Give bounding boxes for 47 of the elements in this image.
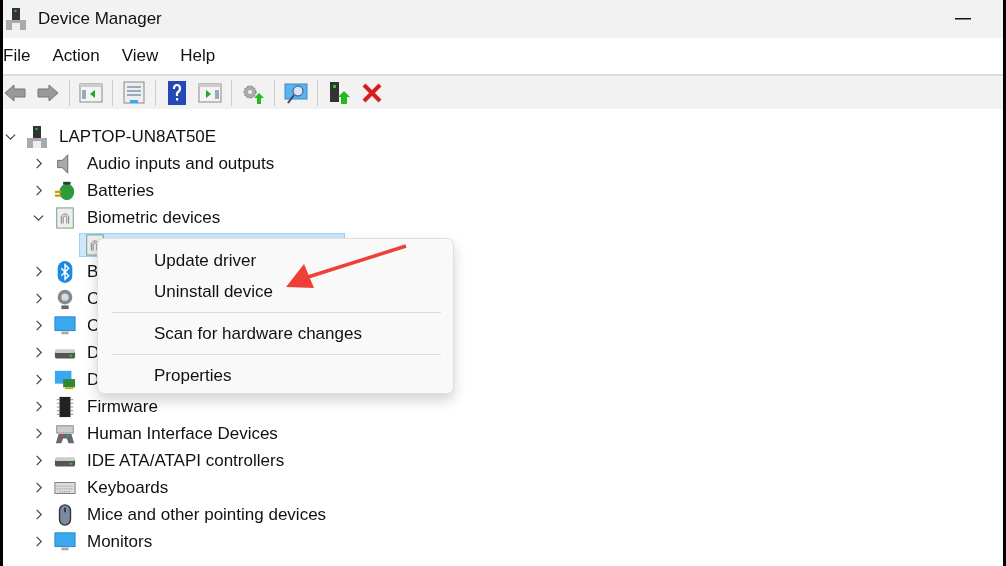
tree-item[interactable]: Audio inputs and outputs [84, 151, 278, 176]
enable-device-icon[interactable] [327, 80, 351, 105]
menu-item[interactable]: Help [180, 46, 216, 66]
menu-item[interactable]: View [121, 46, 159, 66]
chevron-icon[interactable] [33, 455, 44, 466]
tree-item[interactable]: Keyboards [84, 475, 172, 500]
chevron-icon[interactable] [33, 266, 44, 277]
tree-item[interactable]: Batteries [84, 178, 158, 203]
tree-item[interactable]: Human Interface Devices [84, 421, 281, 446]
menu-item[interactable]: Properties [98, 360, 453, 391]
chevron-icon[interactable] [33, 347, 44, 358]
chevron-icon[interactable] [33, 185, 44, 196]
tree-item[interactable]: Firmware [84, 394, 161, 419]
menu-item[interactable]: Scan for hardware changes [98, 318, 453, 349]
tree-item[interactable]: Monitors [84, 529, 156, 554]
chevron-icon[interactable] [33, 320, 44, 331]
fingerprint-icon [54, 206, 76, 229]
chevron-icon[interactable] [33, 158, 44, 169]
tree-item[interactable]: LAPTOP-UN8AT50E [56, 124, 220, 149]
tree-item[interactable]: IDE ATA/ATAPI controllers [84, 448, 288, 473]
chevron-icon[interactable] [33, 293, 44, 304]
menu-item[interactable]: Action [52, 46, 100, 66]
battery-icon [54, 179, 76, 202]
chevron-icon[interactable] [33, 374, 44, 385]
chevron-icon[interactable] [33, 482, 44, 493]
computer-icon [26, 125, 48, 148]
chevron-icon[interactable] [33, 428, 44, 439]
scan-monitor-icon[interactable] [284, 80, 308, 105]
help-icon[interactable] [165, 80, 189, 105]
display-adapter-icon [54, 368, 76, 391]
chevron-icon[interactable] [33, 509, 44, 520]
monitor-icon [54, 530, 76, 553]
chevron-icon[interactable] [33, 401, 44, 412]
chevron-icon[interactable] [33, 536, 44, 547]
tree-item[interactable]: Biometric devices [84, 205, 224, 230]
window-title: Device Manager [38, 9, 162, 29]
console-tree-icon[interactable] [79, 80, 103, 105]
chip-icon [54, 395, 76, 418]
tree-item[interactable]: Mice and other pointing devices [84, 502, 330, 527]
minimize-icon[interactable] [955, 18, 971, 20]
chevron-icon[interactable] [5, 131, 16, 142]
menu-item[interactable]: File [3, 46, 31, 66]
monitor-icon [54, 314, 76, 337]
keyboard-gamepad-icon [54, 422, 76, 445]
action-pane-icon[interactable] [198, 80, 222, 105]
chevron-icon[interactable] [33, 212, 44, 223]
computer-icon [6, 8, 26, 30]
